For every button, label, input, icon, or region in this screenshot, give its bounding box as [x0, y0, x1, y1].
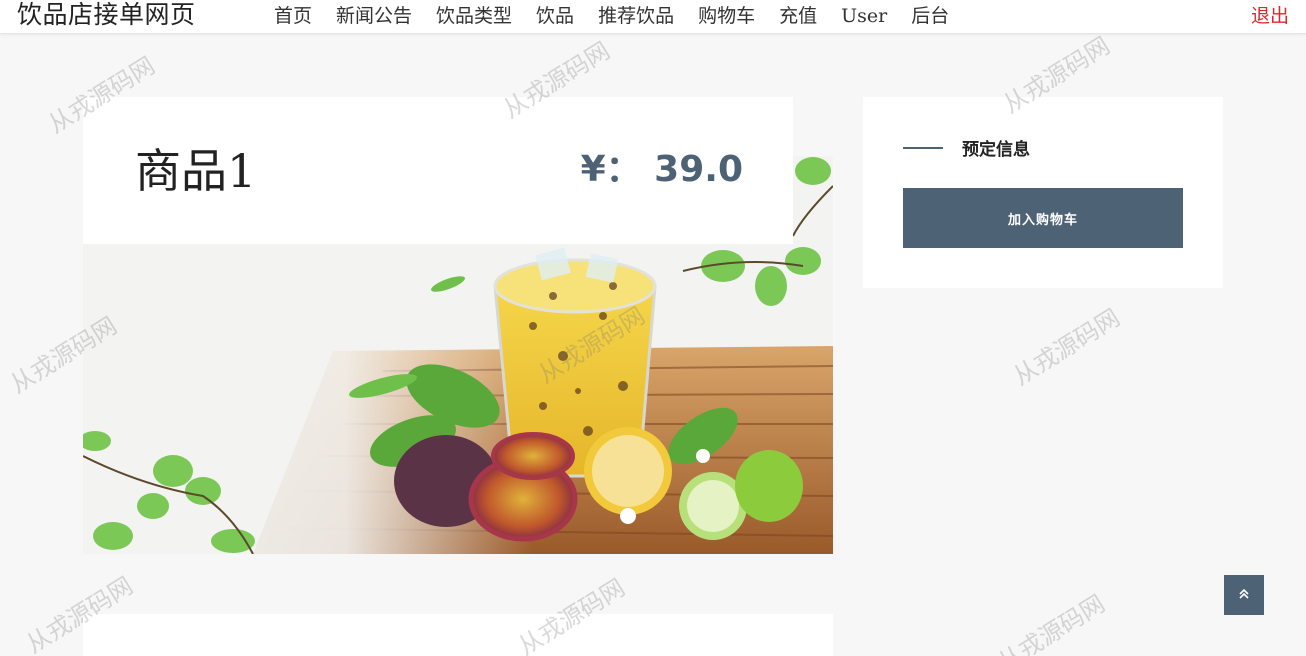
- reservation-title: 预定信息: [962, 140, 1030, 160]
- reservation-card: 预定信息 加入购物车: [863, 97, 1223, 288]
- nav-link-recommended[interactable]: 推荐饮品: [586, 0, 686, 32]
- product-detail-card: [83, 614, 833, 656]
- product-price: ¥： 39.0: [580, 149, 743, 190]
- double-chevron-up-icon: [1238, 588, 1250, 603]
- nav-link-drinks[interactable]: 饮品: [524, 0, 586, 32]
- nav-link-home[interactable]: 首页: [262, 0, 324, 32]
- title-divider: [903, 147, 943, 149]
- back-to-top-button[interactable]: [1224, 575, 1264, 615]
- nav-link-cart[interactable]: 购物车: [686, 0, 767, 32]
- product-title-card: 商品1 ¥： 39.0: [83, 97, 793, 244]
- site-brand[interactable]: 饮品店接单网页: [17, 0, 196, 32]
- top-navbar: 饮品店接单网页 首页 新闻公告 饮品类型 饮品 推荐饮品 购物车 充值 User…: [0, 0, 1306, 34]
- nav-links: 首页 新闻公告 饮品类型 饮品 推荐饮品 购物车 充值 User 后台: [262, 0, 961, 32]
- nav-link-user[interactable]: User: [829, 0, 899, 32]
- add-to-cart-button[interactable]: 加入购物车: [903, 188, 1183, 248]
- logout-link[interactable]: 退出: [1251, 0, 1289, 32]
- product-name: 商品1: [135, 144, 257, 198]
- nav-link-drink-types[interactable]: 饮品类型: [424, 0, 524, 32]
- watermark: 从戎源码网: [1008, 303, 1125, 391]
- nav-link-admin[interactable]: 后台: [899, 0, 961, 32]
- watermark: 从戎源码网: [993, 589, 1110, 656]
- nav-link-news[interactable]: 新闻公告: [324, 0, 424, 32]
- nav-link-recharge[interactable]: 充值: [767, 0, 829, 32]
